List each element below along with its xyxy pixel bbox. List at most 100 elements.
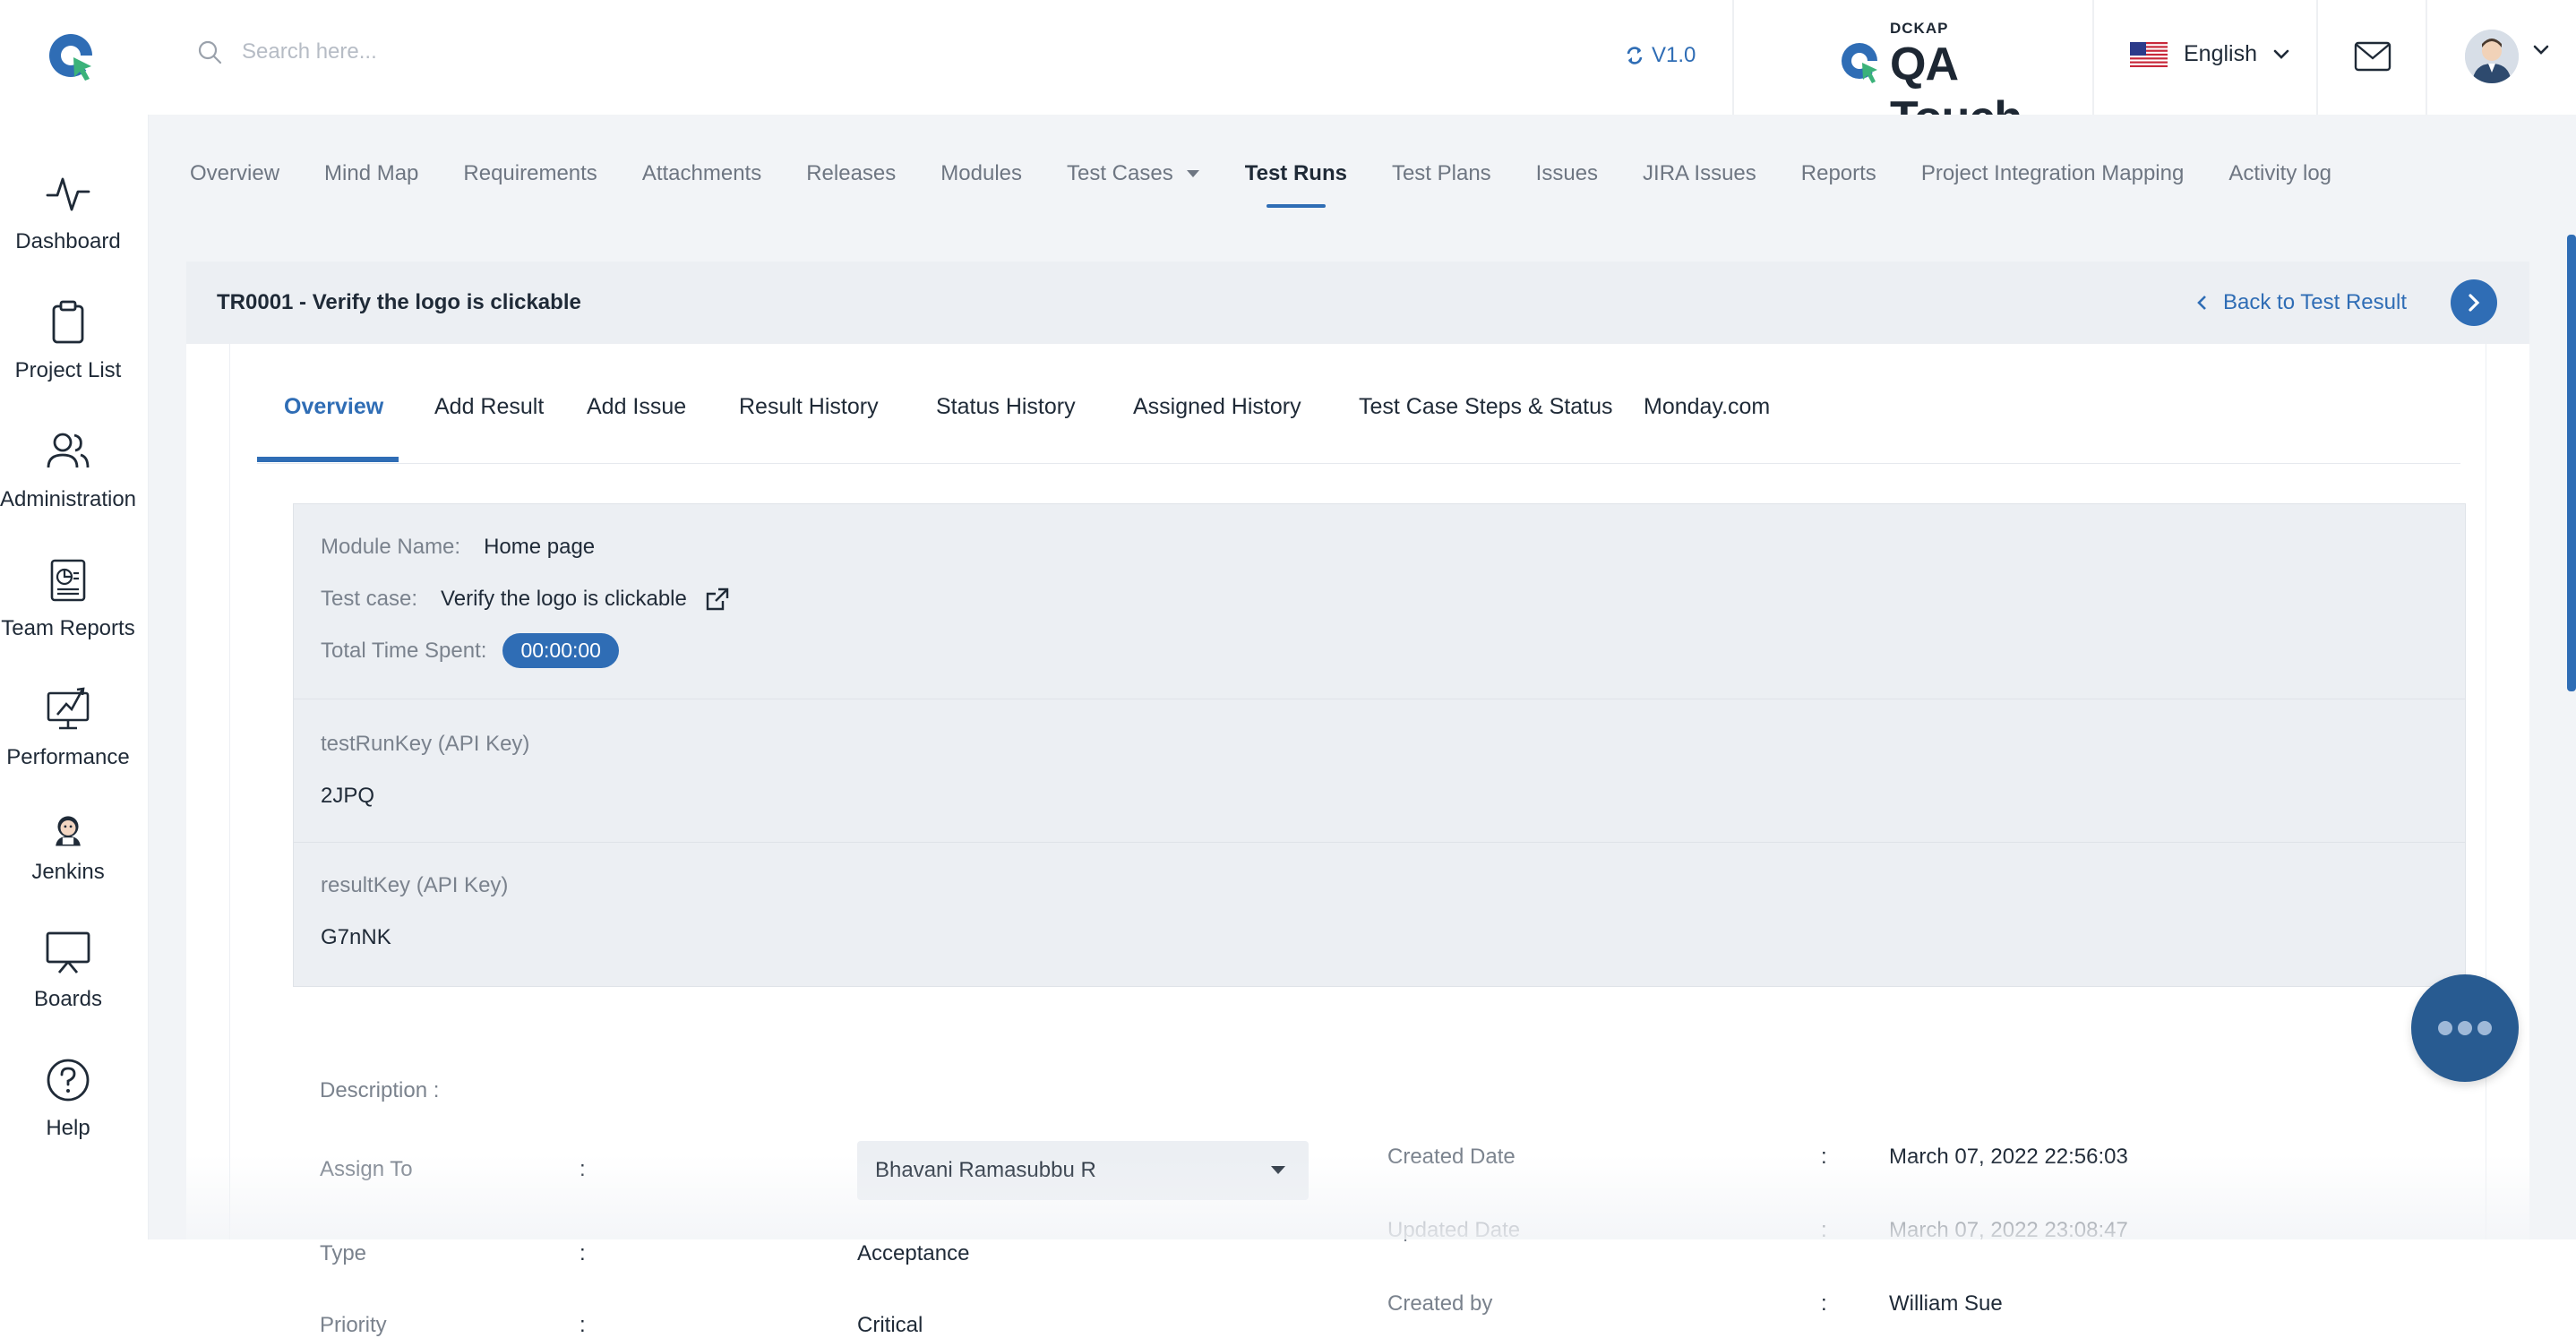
scrollbar[interactable] bbox=[2567, 235, 2576, 691]
tab-mind-map[interactable]: Mind Map bbox=[324, 161, 418, 186]
tab-requirements[interactable]: Requirements bbox=[463, 161, 597, 186]
tab-attachments[interactable]: Attachments bbox=[642, 161, 761, 186]
top-header: V1.0 DCKAP QA Touch Eng bbox=[0, 0, 2576, 144]
sidebar: Dashboard Project List Administration Te… bbox=[0, 115, 149, 1239]
chevron-down-icon bbox=[2273, 49, 2289, 59]
tab-overview[interactable]: Overview bbox=[190, 161, 279, 186]
tab-activity-log[interactable]: Activity log bbox=[2228, 161, 2331, 186]
caret-down-icon bbox=[1271, 1166, 1285, 1174]
version-indicator[interactable]: V1.0 bbox=[1625, 43, 1696, 68]
page-title: TR0001 - Verify the logo is clickable bbox=[217, 290, 581, 314]
sidebar-item-help[interactable]: Help bbox=[0, 1057, 136, 1141]
tab-modules[interactable]: Modules bbox=[940, 161, 1022, 186]
caret-down-icon bbox=[1186, 170, 1199, 177]
dot bbox=[2438, 1021, 2452, 1035]
result-sub-tabs: Overview Add Result Add Issue Result His… bbox=[257, 394, 2460, 464]
brand-tag: DCKAP bbox=[1890, 20, 1949, 37]
performance-icon bbox=[47, 687, 90, 730]
colon: : bbox=[580, 1241, 586, 1265]
created-by-value: William Sue bbox=[1889, 1291, 2003, 1316]
sidebar-item-dashboard[interactable]: Dashboard bbox=[0, 170, 136, 254]
next-button[interactable] bbox=[2451, 279, 2497, 326]
chevron-down-icon[interactable] bbox=[2533, 45, 2549, 56]
search-input[interactable] bbox=[242, 39, 1048, 64]
subtab-assigned-history[interactable]: Assigned History bbox=[1133, 394, 1301, 420]
dot bbox=[2477, 1021, 2492, 1035]
active-tab-indicator bbox=[257, 457, 399, 462]
clipboard-icon bbox=[52, 300, 84, 344]
tab-test-plans[interactable]: Test Plans bbox=[1392, 161, 1491, 186]
users-icon bbox=[47, 433, 90, 468]
brand-logo: DCKAP QA Touch bbox=[1840, 16, 2064, 144]
sidebar-item-label: Help bbox=[46, 1116, 90, 1140]
tab-test-cases[interactable]: Test Cases bbox=[1067, 161, 1200, 186]
tab-jira-issues[interactable]: JIRA Issues bbox=[1643, 161, 1756, 186]
description-label: Description : bbox=[320, 1078, 440, 1102]
version-label: V1.0 bbox=[1652, 43, 1696, 67]
time-row: Total Time Spent: 00:00:00 bbox=[321, 633, 619, 668]
avatar[interactable] bbox=[2465, 30, 2519, 83]
testcase-label: Test case: bbox=[321, 587, 418, 611]
time-label: Total Time Spent: bbox=[321, 638, 487, 663]
sidebar-item-boards[interactable]: Boards bbox=[0, 928, 136, 1012]
type-value: Acceptance bbox=[857, 1241, 970, 1265]
assign-to-value: Bhavani Ramasubbu R bbox=[875, 1158, 1096, 1182]
sidebar-item-label: Boards bbox=[33, 987, 103, 1011]
qatouch-logo-icon[interactable] bbox=[47, 30, 97, 84]
sidebar-item-jenkins[interactable]: Jenkins bbox=[0, 811, 136, 885]
sidebar-item-team-reports[interactable]: Team Reports bbox=[0, 557, 136, 641]
created-date-value: March 07, 2022 22:56:03 bbox=[1889, 1145, 2128, 1169]
assign-to-dropdown[interactable]: Bhavani Ramasubbu R bbox=[857, 1141, 1309, 1200]
tab-reports[interactable]: Reports bbox=[1801, 161, 1876, 186]
sidebar-item-performance[interactable]: Performance bbox=[0, 686, 136, 770]
created-date-label: Created Date bbox=[1387, 1145, 1516, 1169]
subtab-status-history[interactable]: Status History bbox=[936, 394, 1076, 420]
divider bbox=[1732, 0, 1734, 115]
subtab-monday[interactable]: Monday.com bbox=[1644, 394, 1770, 420]
tab-releases[interactable]: Releases bbox=[806, 161, 896, 186]
subtab-result-history[interactable]: Result History bbox=[739, 394, 879, 420]
sidebar-item-label: Project List bbox=[14, 358, 122, 382]
created-by-label: Created by bbox=[1387, 1291, 1493, 1316]
sync-icon bbox=[1627, 47, 1643, 64]
us-flag-icon bbox=[2130, 41, 2168, 67]
colon: : bbox=[1821, 1145, 1827, 1169]
subtab-overview[interactable]: Overview bbox=[284, 394, 383, 420]
resultkey-block: resultKey (API Key) G7nNK bbox=[294, 843, 2465, 986]
report-icon bbox=[50, 559, 86, 602]
language-selector[interactable]: English bbox=[2130, 41, 2289, 67]
divider bbox=[2426, 0, 2427, 115]
sidebar-item-administration[interactable]: Administration bbox=[0, 428, 136, 512]
project-nav-tabs: Overview Mind Map Requirements Attachmen… bbox=[190, 161, 2331, 208]
external-link-icon[interactable] bbox=[705, 587, 730, 612]
test-details: Description : Assign To : Bhavani Ramasu… bbox=[293, 1071, 2466, 1337]
sidebar-item-project-list[interactable]: Project List bbox=[0, 299, 136, 383]
sidebar-item-label: Dashboard bbox=[15, 229, 121, 253]
chat-widget-button[interactable] bbox=[2411, 974, 2519, 1082]
sidebar-item-label: Performance bbox=[6, 745, 130, 769]
assign-to-label: Assign To bbox=[320, 1157, 413, 1181]
testrunkey-label: testRunKey (API Key) bbox=[321, 732, 530, 756]
subtab-add-result[interactable]: Add Result bbox=[434, 394, 544, 420]
testrunkey-value: 2JPQ bbox=[321, 784, 375, 808]
colon: : bbox=[580, 1313, 586, 1337]
mail-icon[interactable] bbox=[2354, 41, 2391, 72]
board-icon bbox=[46, 931, 90, 973]
tab-issues[interactable]: Issues bbox=[1536, 161, 1598, 186]
tab-test-runs[interactable]: Test Runs bbox=[1245, 161, 1347, 208]
jenkins-icon bbox=[56, 816, 81, 846]
colon: : bbox=[1821, 1291, 1827, 1316]
tab-project-integration-mapping[interactable]: Project Integration Mapping bbox=[1921, 161, 2185, 186]
divider bbox=[2092, 0, 2094, 115]
help-icon bbox=[47, 1059, 90, 1102]
module-row: Module Name: Home page bbox=[321, 535, 595, 560]
subtab-test-case-steps[interactable]: Test Case Steps & Status bbox=[1359, 394, 1612, 420]
priority-label: Priority bbox=[320, 1313, 387, 1337]
time-badge: 00:00:00 bbox=[502, 633, 619, 668]
search-bar[interactable] bbox=[197, 39, 1048, 64]
subtab-add-issue[interactable]: Add Issue bbox=[587, 394, 686, 420]
back-to-test-result-link[interactable]: Back to Test Result bbox=[2196, 290, 2407, 315]
summary-block: Module Name: Home page Test case: Verify… bbox=[294, 504, 2465, 699]
dot bbox=[2458, 1021, 2472, 1035]
chevron-left-icon bbox=[2197, 296, 2206, 310]
